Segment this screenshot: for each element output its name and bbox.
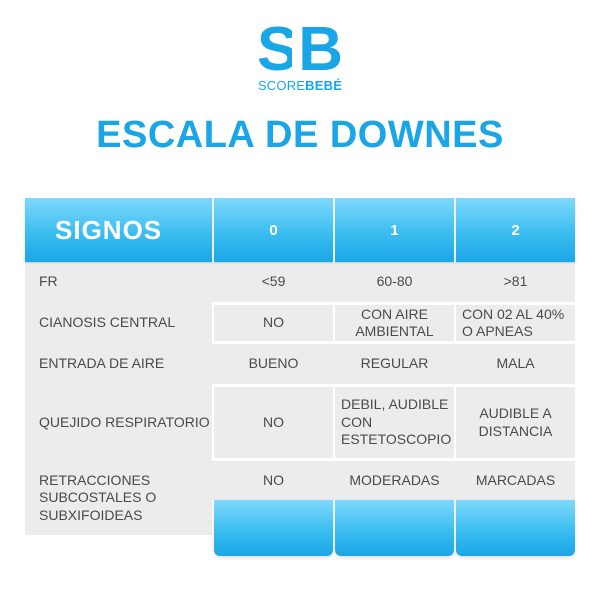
row-label-fr: FR <box>39 273 58 290</box>
cell-quejido-1: DEBIL, AUDIBLE CON ESTETOSCOPIO <box>341 396 452 448</box>
sb-logo-mark: SB <box>258 18 342 76</box>
row-label-entrada-aire: ENTRADA DE AIRE <box>39 355 165 372</box>
header-score-1: 1 <box>335 198 454 262</box>
column-footer-2 <box>456 500 575 556</box>
cell-cianosis-0: NO <box>263 314 284 331</box>
cell-fr-0: <59 <box>261 273 286 290</box>
column-footer-1 <box>335 500 454 556</box>
logo-mark-text: SB <box>258 18 342 76</box>
cell-quejido-2: AUDIBLE A DISTANCIA <box>478 405 553 439</box>
cell-retracciones-2: MARCADAS <box>475 471 556 488</box>
page-title: ESCALA DE DOWNES <box>96 114 504 156</box>
row-label-cianosis: CIANOSIS CENTRAL <box>39 314 176 331</box>
header-signos: SIGNOS <box>25 198 212 262</box>
cell-entrada-1: REGULAR <box>360 355 429 372</box>
cell-fr-2: >81 <box>503 273 528 290</box>
row-label-retracciones: RETRACCIONES SUBCOSTALES O SUBXIFOIDEAS <box>39 471 157 523</box>
cell-cianosis-2: CON 02 AL 40% O APNEAS <box>462 305 565 340</box>
cell-entrada-2: MALA <box>496 355 535 372</box>
header-score-2: 2 <box>456 198 575 262</box>
logo-text-bold: BEBÉ <box>305 78 343 93</box>
cell-cianosis-1: CON AIRE AMBIENTAL <box>355 305 434 340</box>
logo-text-light: SCORE <box>257 78 306 93</box>
logo: SB SCOREBEBÉ <box>0 18 600 93</box>
cell-entrada-0: BUENO <box>248 355 299 372</box>
header-score-0: 0 <box>214 198 333 262</box>
cell-retracciones-0: NO <box>263 471 284 488</box>
column-footer-0 <box>214 500 333 556</box>
row-label-quejido: QUEJIDO RESPIRATORIO <box>39 413 210 430</box>
cell-fr-1: 60-80 <box>376 273 413 290</box>
logo-wordmark: SCOREBEBÉ <box>0 78 600 93</box>
cell-quejido-0: NO <box>263 413 284 430</box>
cell-retracciones-1: MODERADAS <box>349 471 440 488</box>
